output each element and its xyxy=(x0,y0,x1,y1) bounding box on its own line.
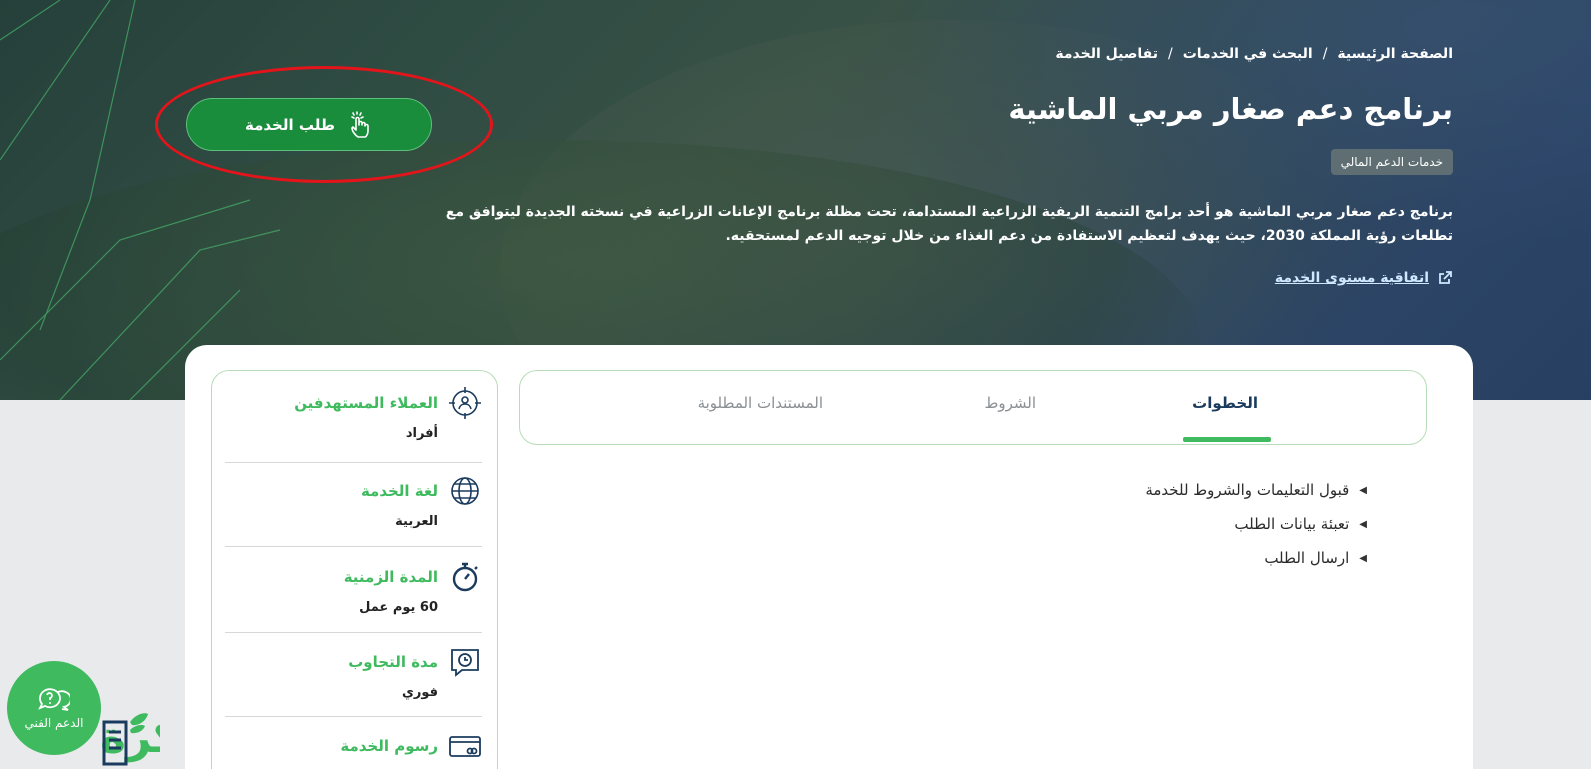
breadcrumb-services-search[interactable]: البحث في الخدمات xyxy=(1183,46,1313,62)
breadcrumb-separator: / xyxy=(1167,46,1173,62)
tab-required-documents[interactable]: المستندات المطلوبة xyxy=(698,394,823,412)
triangle-bullet-icon: ◀ xyxy=(1359,518,1367,530)
service-description: برنامج دعم صغار مربي الماشية هو أحد برام… xyxy=(445,204,1453,244)
list-item: ◀ قبول التعليمات والشروط للخدمة xyxy=(1145,473,1367,507)
tab-steps[interactable]: الخطوات xyxy=(1192,394,1258,412)
step-label: ارسال الطلب xyxy=(1264,549,1350,567)
info-label: العملاء المستهدفين xyxy=(294,394,438,412)
category-badge: خدمات الدعم المالي xyxy=(1330,149,1453,175)
technical-support-button[interactable]: الدعم الفني xyxy=(7,661,101,755)
globe-icon xyxy=(451,477,479,505)
info-label: المدة الزمنية xyxy=(343,568,438,586)
active-tab-indicator xyxy=(1183,437,1271,442)
triangle-bullet-icon: ◀ xyxy=(1359,484,1367,496)
steps-list: ◀ قبول التعليمات والشروط للخدمة ◀ تعبئة بي… xyxy=(1145,473,1367,575)
info-response-time: مدة التجاوب فوري xyxy=(225,645,482,700)
divider xyxy=(225,546,482,547)
triangle-bullet-icon: ◀ xyxy=(1359,552,1367,564)
external-link-icon xyxy=(1439,271,1452,284)
divider xyxy=(225,632,482,633)
info-label: لغة الخدمة xyxy=(360,482,438,500)
stopwatch-icon xyxy=(452,562,478,592)
info-target-customers: العملاء المستهدفين أفراد xyxy=(225,386,482,441)
request-service-label: طلب الخدمة xyxy=(245,115,335,134)
tab-conditions[interactable]: الشروط xyxy=(984,394,1036,412)
tabs-bar: الخطوات الشروط المستندات المطلوبة xyxy=(519,370,1427,445)
breadcrumb-current: تفاصيل الخدمة xyxy=(1055,46,1158,62)
breadcrumb: الصفحة الرئيسية / البحث في الخدمات / تفا… xyxy=(1055,46,1453,62)
info-service-language: لغة الخدمة العربية xyxy=(225,474,482,529)
info-label: مدة التجاوب xyxy=(348,653,438,671)
info-value: أفراد xyxy=(405,426,438,441)
list-item: ◀ ارسال الطلب xyxy=(1145,541,1367,575)
sla-link[interactable]: اتفاقية مستوى الخدمة xyxy=(1275,270,1453,286)
fikra-logo-text: فكرة xyxy=(100,712,160,763)
info-service-fees: رسوم الخدمة xyxy=(225,729,482,763)
credit-card-icon xyxy=(449,736,481,757)
support-chat-icon xyxy=(38,688,70,711)
page-title: برنامج دعم صغار مربي الماشية xyxy=(1008,92,1453,126)
breadcrumb-home[interactable]: الصفحة الرئيسية xyxy=(1337,46,1453,62)
breadcrumb-separator: / xyxy=(1322,46,1328,62)
info-label: رسوم الخدمة xyxy=(340,737,438,755)
list-item: ◀ تعبئة بيانات الطلب xyxy=(1145,507,1367,541)
divider xyxy=(225,716,482,717)
hand-pointer-icon xyxy=(351,110,369,138)
info-value: فوري xyxy=(401,685,438,700)
step-label: تعبئة بيانات الطلب xyxy=(1234,515,1350,533)
target-user-icon xyxy=(449,387,481,419)
service-info-panel: العملاء المستهدفين أفراد لغة الخدمة العر… xyxy=(211,370,498,769)
technical-support-label: الدعم الفني xyxy=(24,716,84,730)
info-duration: المدة الزمنية 60 يوم عمل xyxy=(225,560,482,615)
info-value: العربية xyxy=(395,514,438,529)
sla-link-label: اتفاقية مستوى الخدمة xyxy=(1274,270,1429,286)
divider xyxy=(225,462,482,463)
step-label: قبول التعليمات والشروط للخدمة xyxy=(1145,481,1350,499)
clock-chat-icon xyxy=(451,649,479,677)
info-value: 60 يوم عمل xyxy=(359,600,438,615)
request-service-button[interactable]: طلب الخدمة xyxy=(186,98,432,151)
decorative-lines xyxy=(0,0,281,400)
